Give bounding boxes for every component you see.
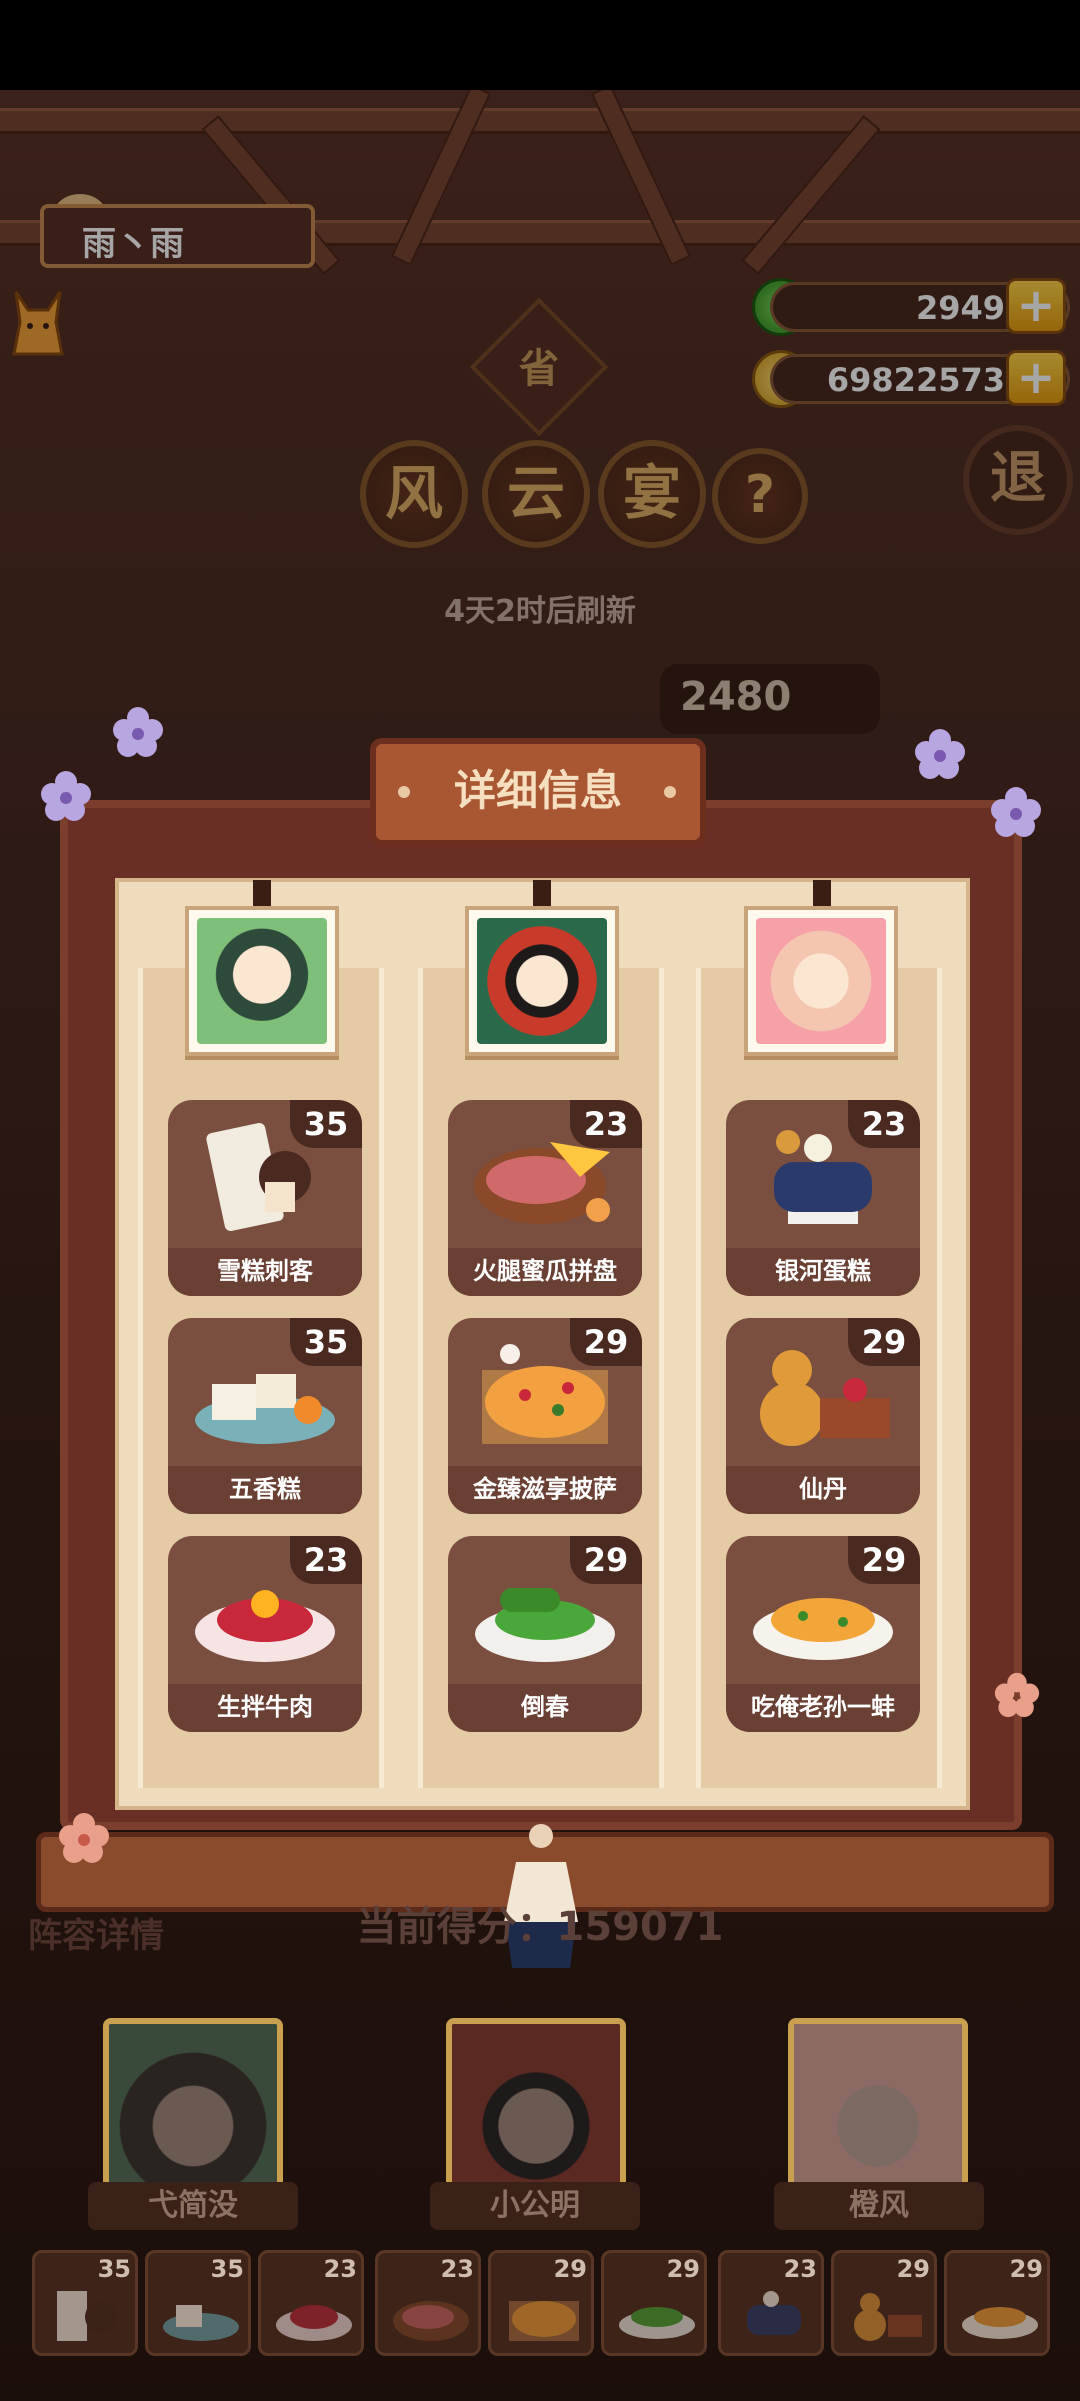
elixir-gourd-icon xyxy=(854,2293,922,2341)
dish-slot[interactable]: 29 xyxy=(831,2250,937,2356)
hero-card-2[interactable] xyxy=(446,2018,626,2200)
green-robe-character-icon xyxy=(197,918,327,1044)
spring-greens-dish-icon xyxy=(619,2307,695,2339)
portrait-pin xyxy=(813,880,831,908)
portrait-pin xyxy=(533,880,551,908)
dish-score: 29 xyxy=(570,1536,642,1584)
dish-score: 29 xyxy=(848,1318,920,1366)
slot-score: 29 xyxy=(1009,2255,1043,2283)
flower-decoration-icon xyxy=(994,1672,1040,1718)
slot-score: 23 xyxy=(440,2255,474,2283)
dish-name: 雪糕刺客 xyxy=(168,1248,362,1296)
galaxy-cake-icon xyxy=(747,2291,801,2335)
hero-card-3[interactable] xyxy=(788,2018,968,2200)
dish-name: 金臻滋享披萨 xyxy=(448,1466,642,1514)
dish-name: 银河蛋糕 xyxy=(726,1248,920,1296)
slot-score: 35 xyxy=(210,2255,244,2283)
dish-card[interactable]: 29 金臻滋享披萨 xyxy=(448,1318,642,1514)
dish-slot[interactable]: 29 xyxy=(488,2250,594,2356)
dish-slot[interactable]: 29 xyxy=(944,2250,1050,2356)
dish-score: 35 xyxy=(290,1318,362,1366)
lineup-details-link[interactable]: 阵容详情 xyxy=(28,1908,164,1957)
dish-slot[interactable]: 35 xyxy=(145,2250,251,2356)
slot-score: 23 xyxy=(783,2255,817,2283)
dish-slot[interactable]: 23 xyxy=(258,2250,364,2356)
detail-panel-title: 详细信息 xyxy=(370,738,706,846)
title-dot-right xyxy=(664,786,676,798)
flower-decoration-icon xyxy=(41,771,91,821)
green-robe-character-icon xyxy=(109,2024,277,2194)
slot-score: 29 xyxy=(666,2255,700,2283)
dish-slot[interactable]: 23 xyxy=(718,2250,824,2356)
dish-card[interactable]: 35 五香糕 xyxy=(168,1318,362,1514)
hero-name: 小公明 xyxy=(430,2182,640,2230)
hero-name: 弋简没 xyxy=(88,2182,298,2230)
dish-card[interactable]: 23 火腿蜜瓜拼盘 xyxy=(448,1100,642,1296)
dish-score: 29 xyxy=(848,1536,920,1584)
dish-name: 倒春 xyxy=(448,1684,642,1732)
dish-card[interactable]: 29 吃俺老孙一蚌 xyxy=(726,1536,920,1732)
dish-card[interactable]: 29 倒春 xyxy=(448,1536,642,1732)
dish-name: 吃俺老孙一蚌 xyxy=(726,1684,920,1732)
dish-card[interactable]: 29 仙丹 xyxy=(726,1318,920,1514)
dish-score: 23 xyxy=(570,1100,642,1148)
portrait-character-1[interactable] xyxy=(185,906,339,1056)
slot-score: 29 xyxy=(896,2255,930,2283)
dish-card[interactable]: 23 银河蛋糕 xyxy=(726,1100,920,1296)
dish-score: 35 xyxy=(290,1100,362,1148)
portrait-pin xyxy=(253,880,271,908)
dish-name: 火腿蜜瓜拼盘 xyxy=(448,1248,642,1296)
portrait-character-2[interactable] xyxy=(465,906,619,1056)
opera-mask-character-icon xyxy=(452,2024,620,2194)
slot-score: 23 xyxy=(323,2255,357,2283)
dish-slot[interactable]: 35 xyxy=(32,2250,138,2356)
dish-name: 仙丹 xyxy=(726,1466,920,1514)
dish-score: 23 xyxy=(290,1536,362,1584)
spiced-cake-icon xyxy=(163,2305,239,2341)
ice-cream-bar-icon xyxy=(57,2291,117,2341)
flower-decoration-icon xyxy=(113,707,163,757)
flower-decoration-icon xyxy=(59,1813,109,1863)
current-score: 当前得分：159071 xyxy=(356,1904,724,1950)
pink-hair-character-icon xyxy=(756,918,886,1044)
hero-name: 橙风 xyxy=(774,2182,984,2230)
dish-slot[interactable]: 23 xyxy=(375,2250,481,2356)
clam-dish-icon xyxy=(962,2307,1038,2339)
dish-score: 29 xyxy=(570,1318,642,1366)
portrait-character-3[interactable] xyxy=(744,906,898,1056)
dish-slot[interactable]: 29 xyxy=(601,2250,707,2356)
flower-decoration-icon xyxy=(991,787,1041,837)
slot-score: 35 xyxy=(97,2255,131,2283)
dish-card[interactable]: 23 生拌牛肉 xyxy=(168,1536,362,1732)
hero-card-1[interactable] xyxy=(103,2018,283,2200)
ham-melon-platter-icon xyxy=(393,2301,469,2341)
flower-decoration-icon xyxy=(915,729,965,779)
dish-name: 生拌牛肉 xyxy=(168,1684,362,1732)
slot-score: 29 xyxy=(553,2255,587,2283)
dish-score: 23 xyxy=(848,1100,920,1148)
raw-beef-bowl-icon xyxy=(276,2305,352,2341)
dish-name: 五香糕 xyxy=(168,1466,362,1514)
pink-hair-character-icon xyxy=(794,2024,962,2194)
title-dot-left xyxy=(398,786,410,798)
opera-mask-character-icon xyxy=(477,918,607,1044)
panel-title-text: 详细信息 xyxy=(453,766,622,815)
dish-card[interactable]: 35 雪糕刺客 xyxy=(168,1100,362,1296)
pizza-icon xyxy=(509,2301,579,2341)
